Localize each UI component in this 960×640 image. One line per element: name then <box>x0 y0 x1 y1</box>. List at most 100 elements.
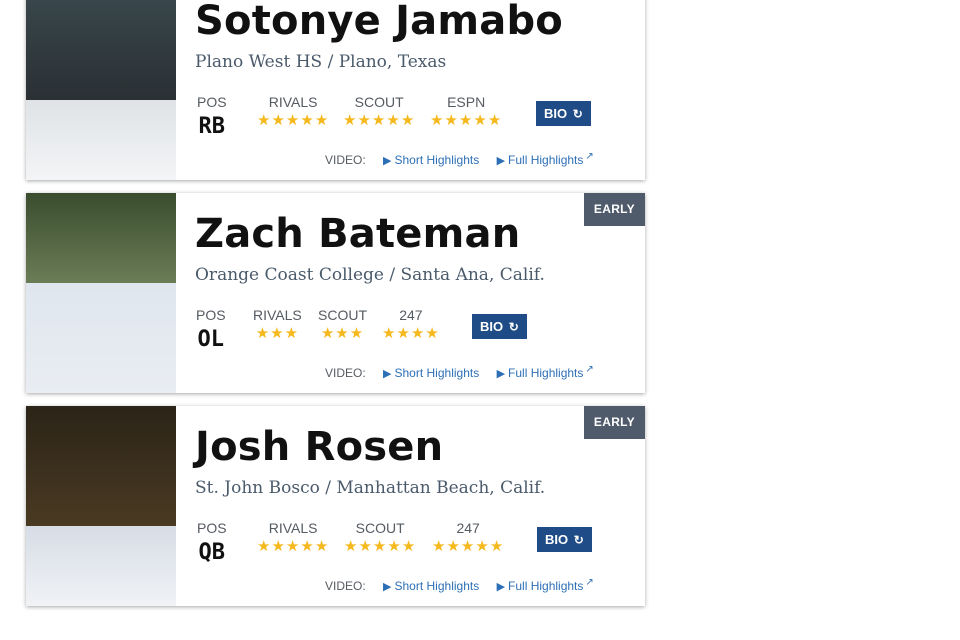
player-school: St. John Bosco / Manhattan Beach, Calif. <box>195 478 546 498</box>
star-icon: ★ <box>371 112 387 129</box>
star-icon: ★ <box>300 112 315 129</box>
player-card: EARLY Zach Bateman Orange Coast College … <box>26 193 645 393</box>
star-icon: ★ <box>285 112 301 129</box>
rating-scout: SCOUT ★★★ <box>318 307 367 342</box>
pos-label: POS <box>197 94 227 110</box>
rating-espn: ESPN ★★★★★ <box>430 94 502 129</box>
player-card: Sotonye Jamabo Plano West HS / Plano, Te… <box>26 0 645 180</box>
star-icon: ★ <box>257 112 272 129</box>
star-icon: ★ <box>458 112 474 129</box>
pos-label: POS <box>197 520 227 536</box>
refresh-icon: ↻ <box>508 320 519 334</box>
bio-label: BIO <box>544 106 568 121</box>
star-icon: ★ <box>446 538 461 555</box>
star-rating: ★★★★★ <box>343 113 415 129</box>
video-camera-icon: ▶ <box>496 368 506 380</box>
bio-button[interactable]: BIO ↻ <box>537 527 592 552</box>
pos-block: POS RB <box>197 94 227 139</box>
rating-247: 247 ★★★★★ <box>432 520 504 555</box>
video-label: VIDEO: <box>325 366 366 380</box>
star-icon: ★ <box>300 538 315 555</box>
star-icon: ★ <box>400 112 416 129</box>
pos-value: QB <box>198 540 226 565</box>
short-highlights-link[interactable]: ▶ Short Highlights <box>383 153 483 167</box>
star-icon: ★ <box>460 538 476 555</box>
player-school: Plano West HS / Plano, Texas <box>195 52 447 72</box>
star-rating: ★★★★ <box>382 326 440 342</box>
star-icon: ★ <box>487 112 503 129</box>
rating-label: SCOUT <box>354 94 404 110</box>
star-icon: ★ <box>314 112 330 129</box>
star-icon: ★ <box>271 112 286 129</box>
rating-label: RIVALS <box>268 520 318 536</box>
star-icon: ★ <box>432 538 447 555</box>
star-rating: ★★★★★ <box>432 539 504 555</box>
rating-scout: SCOUT ★★★★★ <box>344 520 416 555</box>
short-highlights-link[interactable]: ▶ Short Highlights <box>383 366 483 380</box>
video-camera-icon: ▶ <box>383 368 392 380</box>
star-icon: ★ <box>285 538 301 555</box>
player-photo <box>26 0 176 180</box>
early-badge: EARLY <box>583 193 645 226</box>
star-icon: ★ <box>271 538 286 555</box>
rating-label: SCOUT <box>318 307 367 323</box>
star-icon: ★ <box>349 325 365 342</box>
rating-label: ESPN <box>447 94 486 110</box>
bio-label: BIO <box>480 319 504 334</box>
video-camera-icon: ▶ <box>496 581 506 593</box>
rating-scout: SCOUT ★★★★★ <box>343 94 415 129</box>
star-icon: ★ <box>401 538 417 555</box>
star-icon: ★ <box>396 325 411 342</box>
star-icon: ★ <box>410 325 426 342</box>
video-row: VIDEO: ▶ Short Highlights ▶ Full Highlight… <box>325 151 608 167</box>
full-highlights-link[interactable]: ▶ Full Highlights ↗ <box>496 577 594 593</box>
bio-button[interactable]: BIO ↻ <box>536 101 591 126</box>
star-icon: ★ <box>358 538 373 555</box>
rating-247: 247 ★★★★ <box>382 307 440 342</box>
full-highlights-link[interactable]: ▶ Full Highlights ↗ <box>497 151 594 167</box>
video-row: VIDEO: ▶ Short Highlights ▶ Full Highlight… <box>325 577 608 593</box>
rating-rivals: RIVALS ★★★★★ <box>257 94 329 129</box>
star-rating: ★★★ <box>318 326 367 342</box>
external-link-icon: ↗ <box>585 577 594 588</box>
player-name: Sotonye Jamabo <box>195 0 563 44</box>
star-icon: ★ <box>386 112 401 129</box>
video-label: VIDEO: <box>325 153 366 167</box>
full-highlights-link[interactable]: ▶ Full Highlights ↗ <box>496 364 594 380</box>
player-photo <box>26 406 176 606</box>
star-rating: ★★★★★ <box>257 539 329 555</box>
refresh-icon: ↻ <box>572 107 583 121</box>
star-icon: ★ <box>475 538 490 555</box>
player-card: EARLY Josh Rosen St. John Bosco / Manhat… <box>26 406 645 606</box>
star-icon: ★ <box>255 325 271 342</box>
pos-value: RB <box>198 114 226 139</box>
player-school: Orange Coast College / Santa Ana, Calif. <box>195 265 545 285</box>
rating-label: SCOUT <box>355 520 405 536</box>
external-link-icon: ↗ <box>585 151 594 162</box>
video-row: VIDEO: ▶ Short Highlights ▶ Full Highlight… <box>325 364 608 380</box>
star-icon: ★ <box>284 325 300 342</box>
rating-label: RIVALS <box>253 307 302 323</box>
star-rating: ★★★ <box>253 326 302 342</box>
video-camera-icon: ▶ <box>383 155 392 167</box>
early-badge: EARLY <box>583 406 645 439</box>
rating-label: 247 <box>399 307 423 323</box>
player-name: Josh Rosen <box>195 424 444 470</box>
rating-label: RIVALS <box>268 94 318 110</box>
pos-block: POS QB <box>197 520 227 565</box>
star-icon: ★ <box>335 325 350 342</box>
star-icon: ★ <box>357 112 372 129</box>
star-icon: ★ <box>320 325 336 342</box>
star-icon: ★ <box>387 538 402 555</box>
pos-value: OL <box>197 327 225 352</box>
star-icon: ★ <box>270 325 285 342</box>
short-highlights-link[interactable]: ▶ Short Highlights <box>383 579 483 593</box>
video-camera-icon: ▶ <box>383 581 392 593</box>
bio-button[interactable]: BIO ↻ <box>472 314 527 339</box>
star-icon: ★ <box>473 112 488 129</box>
external-link-icon: ↗ <box>585 364 594 375</box>
star-icon: ★ <box>314 538 330 555</box>
star-icon: ★ <box>257 538 272 555</box>
star-rating: ★★★★★ <box>344 539 416 555</box>
bio-label: BIO <box>545 532 569 547</box>
